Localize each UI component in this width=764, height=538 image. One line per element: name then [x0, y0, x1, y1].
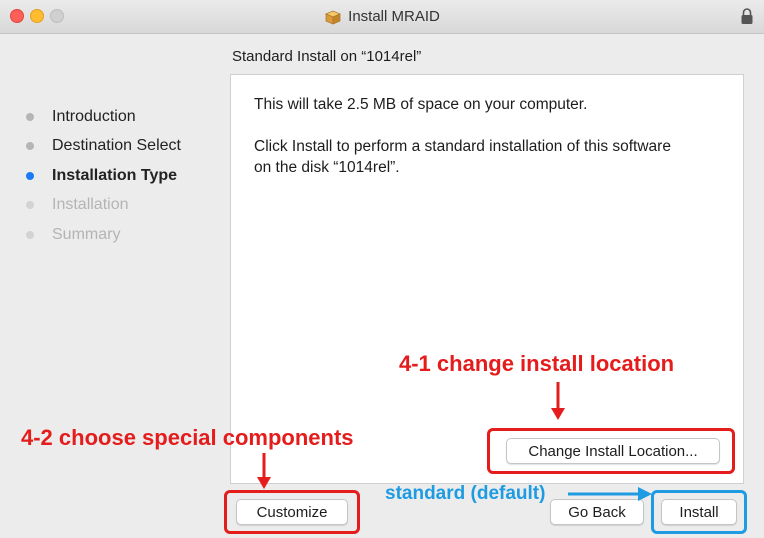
lock-icon	[741, 8, 753, 24]
step-label: Installation	[52, 196, 129, 214]
step-label: Installation Type	[52, 166, 178, 184]
package-icon	[325, 10, 342, 25]
space-required-text: This will take 2.5 MB of space on your c…	[254, 96, 588, 113]
down-arrow-icon	[257, 453, 271, 489]
annotation-special-components: 4-2 choose special components	[21, 425, 354, 450]
step-label: Summary	[52, 225, 121, 243]
go-back-button[interactable]: Go Back	[550, 499, 644, 525]
step-label: Introduction	[52, 107, 136, 125]
install-subtitle: Standard Install on “1014rel”	[232, 48, 422, 65]
right-arrow-icon	[568, 487, 652, 501]
step-bullet-icon	[26, 230, 34, 239]
step-bullet-icon	[26, 171, 34, 180]
title-bar: Install MRAID	[0, 0, 764, 34]
step-installation: Installation	[26, 191, 181, 221]
window-title: Install MRAID	[348, 8, 440, 25]
step-bullet-icon	[26, 142, 34, 151]
annotation-change-location: 4-1 change install location	[399, 351, 675, 376]
installer-steps: Introduction Destination Select Installa…	[26, 102, 181, 250]
instruction-text-line2: on the disk “1014rel”.	[254, 159, 400, 176]
step-bullet-icon	[26, 201, 34, 210]
step-introduction: Introduction	[26, 102, 181, 132]
highlight-box-install	[651, 490, 747, 534]
step-destination-select: Destination Select	[26, 132, 181, 162]
step-installation-type: Installation Type	[26, 161, 181, 191]
highlight-box-change-location	[487, 428, 735, 474]
window-title-group: Install MRAID	[0, 0, 764, 33]
highlight-box-customize	[224, 490, 360, 534]
step-bullet-icon	[26, 112, 34, 121]
step-summary: Summary	[26, 220, 181, 250]
step-label: Destination Select	[52, 137, 181, 155]
instruction-text-line1: Click Install to perform a standard inst…	[254, 138, 671, 155]
down-arrow-icon	[551, 382, 565, 420]
annotation-standard-default: standard (default)	[385, 483, 546, 504]
